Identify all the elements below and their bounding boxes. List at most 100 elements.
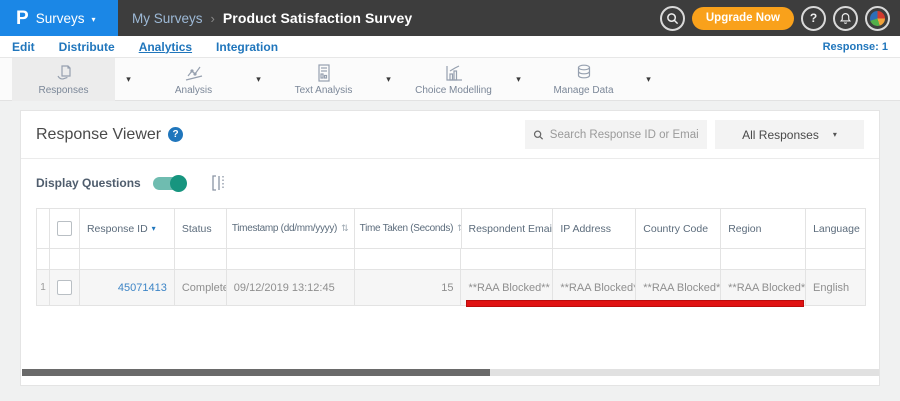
toolbar-group-analysis: Analysis ▾ (142, 58, 272, 100)
chevron-down-icon[interactable]: ▾ (115, 74, 142, 85)
column-label: Status (181, 222, 212, 235)
toolbar-label: Text Analysis (294, 84, 353, 96)
display-questions-toggle[interactable] (152, 174, 187, 192)
bell-glyph (839, 12, 852, 24)
responses-icon (56, 64, 71, 80)
breadcrumb: My Surveys › Product Satisfaction Survey (132, 10, 412, 26)
select-row-checkbox[interactable] (56, 280, 72, 295)
header-region: Region (721, 209, 807, 248)
toolbar-item-text-analysis[interactable]: Text Analysis (272, 58, 375, 101)
breadcrumb-my-surveys[interactable]: My Surveys (132, 11, 203, 26)
column-label: IP Address (560, 222, 611, 235)
toolbar-item-choice-modelling[interactable]: Choice Modelling (402, 58, 505, 101)
filter-cell[interactable] (461, 249, 554, 269)
tab-analytics[interactable]: Analytics (139, 40, 192, 54)
top-header: P Surveys ▾ My Surveys › Product Satisfa… (0, 0, 900, 36)
toolbar-item-responses[interactable]: Responses (12, 57, 115, 101)
table-header-row: Response ID ▾ Status Timestamp (dd/mm/yy… (37, 209, 867, 249)
chevron-down-icon[interactable]: ▾ (375, 74, 402, 85)
horizontal-scrollbar[interactable] (22, 369, 879, 376)
tab-distribute[interactable]: Distribute (59, 40, 115, 54)
analysis-icon (185, 66, 202, 81)
response-id-link[interactable]: 45071413 (118, 282, 167, 294)
breadcrumb-separator-icon: › (210, 10, 215, 26)
table-filter-row (37, 249, 866, 270)
filter-cell[interactable] (175, 249, 227, 269)
column-label: Region (728, 222, 762, 235)
panel-header: Response Viewer ? All Responses ▾ (21, 111, 879, 159)
header-actions: Upgrade Now ? (659, 5, 900, 31)
avatar-image (870, 10, 885, 26)
filter-cell (37, 249, 50, 269)
column-label: Language (813, 222, 860, 235)
filter-cell[interactable] (636, 249, 722, 269)
analytics-toolbar: Responses ▾ Analysis ▾ Text Analysis ▾ C… (0, 57, 900, 101)
breadcrumb-current-survey: Product Satisfaction Survey (222, 10, 413, 26)
header-ip-address: IP Address (553, 209, 637, 248)
chevron-down-icon: ▾ (91, 14, 96, 24)
panel-help-icon[interactable]: ? (168, 127, 184, 142)
manage-data-icon (577, 64, 590, 78)
responses-filter-dropdown[interactable]: All Responses ▾ (715, 120, 864, 149)
header-select-all (50, 209, 80, 248)
chevron-down-icon[interactable]: ▾ (505, 74, 532, 85)
user-avatar[interactable] (865, 5, 890, 31)
toolbar-item-analysis[interactable]: Analysis (142, 58, 245, 101)
chevron-down-icon[interactable]: ▾ (635, 74, 662, 85)
header-language: Language (806, 209, 867, 248)
questionpro-logo: P (16, 7, 29, 29)
select-all-checkbox[interactable] (56, 221, 72, 236)
freeze-columns-icon[interactable] (211, 174, 227, 192)
chevron-down-icon[interactable]: ▾ (245, 74, 272, 85)
toolbar-label: Analysis (174, 84, 213, 96)
header-timestamp[interactable]: Timestamp (dd/mm/yyyy) ⇅ (227, 209, 355, 248)
timestamp-cell: 09/12/2019 13:12:45 (227, 270, 355, 305)
search-input[interactable] (549, 128, 699, 141)
toolbar-group-manage-data: Manage Data ▾ (532, 58, 662, 100)
toolbar-label: Manage Data (553, 84, 614, 96)
filter-cell[interactable] (80, 249, 175, 269)
filter-cell[interactable] (355, 249, 462, 269)
response-viewer-panel: Response Viewer ? All Responses ▾ Displa… (20, 110, 880, 386)
header-response-id[interactable]: Response ID ▾ (80, 209, 175, 248)
toolbar-item-manage-data[interactable]: Manage Data (532, 58, 635, 101)
toggle-knob (169, 174, 187, 192)
column-label: Response ID (86, 222, 148, 235)
header-time-taken[interactable]: Time Taken (Seconds) ⇅ (355, 209, 462, 248)
responses-table: Response ID ▾ Status Timestamp (dd/mm/yy… (36, 208, 867, 306)
choice-modelling-icon (445, 64, 462, 81)
column-label: Respondent Email (468, 222, 554, 235)
response-search-box (525, 120, 707, 149)
filter-cell[interactable] (721, 249, 807, 269)
filter-cell (50, 249, 80, 269)
toolbar-group-choice-modelling: Choice Modelling ▾ (402, 58, 532, 100)
display-questions-label: Display Questions (36, 176, 141, 190)
filter-cell[interactable] (227, 249, 355, 269)
toolbar-group-text-analysis: Text Analysis ▾ (272, 58, 402, 100)
survey-nav: Edit Distribute Analytics Integration Re… (0, 36, 900, 58)
sort-desc-icon: ▾ (151, 224, 156, 233)
header-respondent-email: Respondent Email (462, 209, 554, 248)
filter-selected-label: All Responses (742, 127, 819, 142)
time-taken-cell: 15 (355, 270, 462, 305)
scrollbar-thumb[interactable] (22, 369, 490, 376)
page-title: Response Viewer (36, 125, 162, 143)
product-switcher[interactable]: P Surveys ▾ (0, 0, 118, 36)
language-cell: English (806, 270, 866, 305)
help-icon[interactable]: ? (801, 5, 826, 31)
chevron-down-icon: ▾ (832, 130, 837, 139)
tab-integration[interactable]: Integration (216, 40, 278, 54)
header-row-number (37, 209, 50, 248)
column-label: Time Taken (Seconds) (359, 223, 454, 234)
row-select-cell (50, 270, 80, 305)
search-icon[interactable] (659, 5, 685, 31)
sort-icon: ⇅ (341, 223, 349, 233)
column-label: Country Code (643, 222, 709, 235)
filter-cell[interactable] (553, 249, 637, 269)
filter-cell[interactable] (806, 249, 866, 269)
header-country-code: Country Code (636, 209, 722, 248)
tab-edit[interactable]: Edit (12, 40, 35, 54)
notifications-bell-icon[interactable] (833, 5, 858, 31)
upgrade-now-button[interactable]: Upgrade Now (691, 6, 794, 30)
toolbar-group-responses: Responses ▾ (12, 57, 142, 101)
